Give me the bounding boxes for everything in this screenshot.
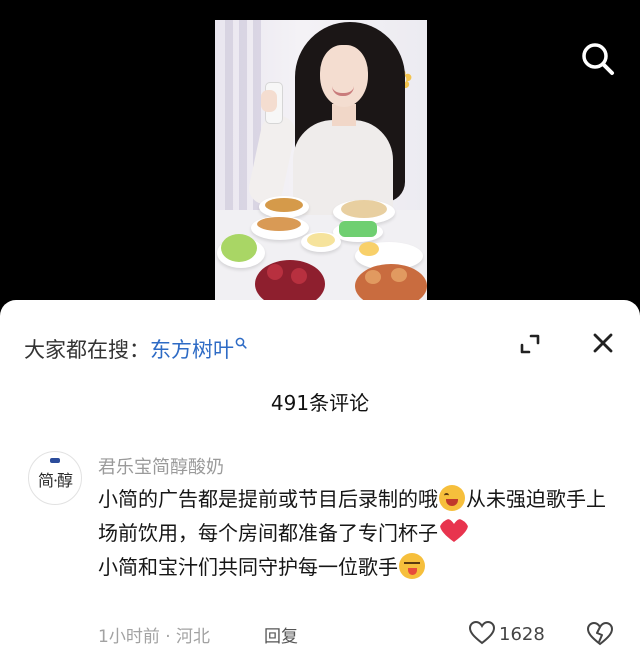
video-player[interactable]: ✿ bbox=[0, 0, 640, 305]
video-frame[interactable]: ✿ bbox=[215, 20, 427, 305]
hot-search-prefix: 大家都在搜： bbox=[24, 338, 150, 362]
comment-time: 1小时前 bbox=[98, 627, 160, 647]
search-button[interactable] bbox=[576, 38, 620, 82]
broken-heart-icon bbox=[586, 621, 614, 646]
comment-location: 河北 bbox=[176, 627, 211, 647]
comment-time-location: 1小时前 · 河北 bbox=[98, 622, 210, 647]
dislike-button[interactable] bbox=[586, 620, 614, 648]
brand-logo-icon bbox=[50, 458, 60, 463]
like-button[interactable]: 1628 bbox=[468, 620, 545, 648]
comment-panel: 大家都在搜：东方树叶 491条评论 简·醇 君乐宝简醇酸奶 小简的广告都是提前或… bbox=[0, 300, 640, 661]
red-heart-emoji-icon bbox=[440, 519, 468, 542]
comment-username[interactable]: 君乐宝简醇酸奶 bbox=[98, 453, 224, 479]
avatar-text: 简·醇 bbox=[37, 471, 73, 490]
hot-search-bar[interactable]: 大家都在搜：东方树叶 bbox=[24, 330, 247, 364]
laughing-emoji-icon bbox=[439, 485, 465, 511]
hot-search-term[interactable]: 东方树叶 bbox=[150, 338, 234, 362]
like-count: 1628 bbox=[499, 624, 545, 645]
close-button[interactable] bbox=[588, 328, 618, 358]
heart-outline-icon bbox=[468, 620, 496, 645]
search-icon bbox=[582, 43, 614, 75]
tongue-out-emoji-icon bbox=[399, 553, 425, 579]
close-icon bbox=[593, 333, 613, 353]
comment-meta: 1小时前 · 河北 回复 1628 bbox=[98, 620, 618, 648]
small-search-icon bbox=[235, 330, 247, 354]
expand-button[interactable] bbox=[516, 330, 544, 358]
avatar[interactable]: 简·醇 bbox=[28, 451, 82, 505]
comment-line-1: 小简的广告都是提前或节目后录制的哦 bbox=[98, 487, 438, 511]
comment-line-2: 小简和宝汁们共同守护每一位歌手 bbox=[98, 555, 398, 579]
woman-face bbox=[320, 45, 368, 107]
comment-count: 491条评论 bbox=[270, 391, 370, 415]
comment-text[interactable]: 小简的广告都是提前或节目后录制的哦 从未强迫歌手上场前饮用，每个房间都准备了专门杯… bbox=[98, 482, 618, 584]
expand-icon bbox=[520, 334, 540, 354]
reply-button[interactable]: 回复 bbox=[264, 622, 298, 647]
meta-separator: · bbox=[165, 627, 171, 647]
